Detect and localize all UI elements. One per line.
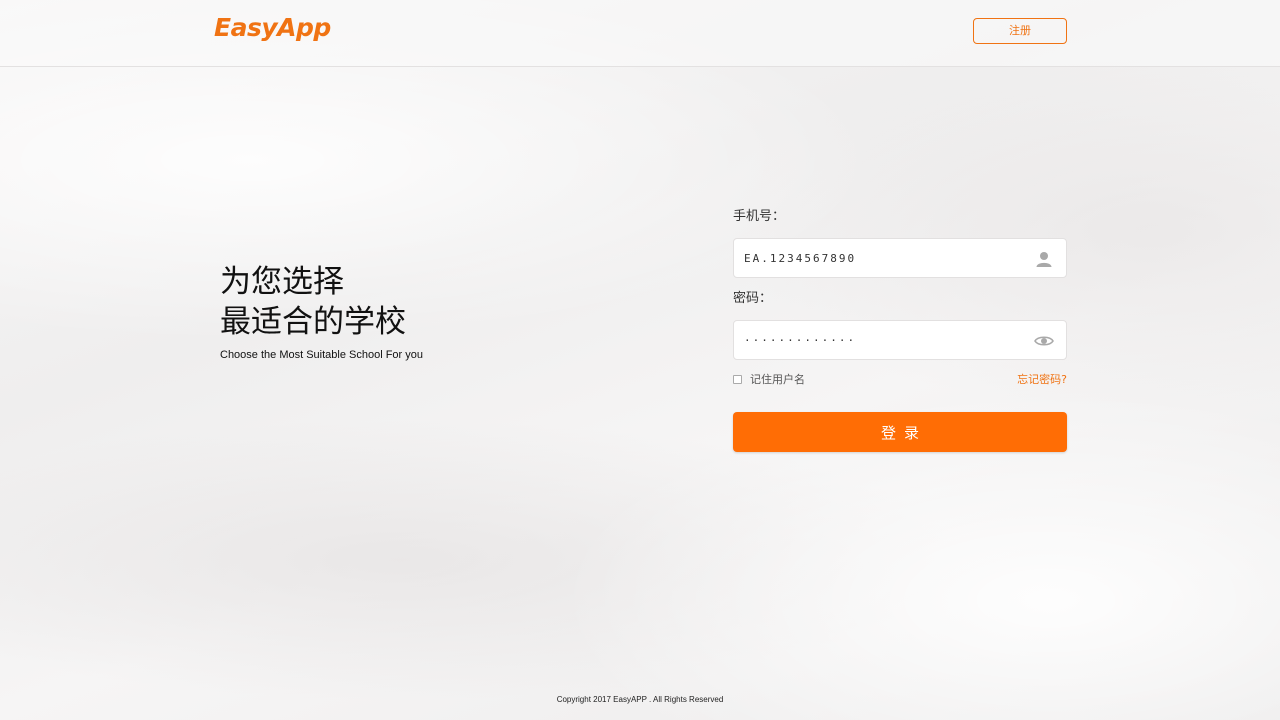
password-field[interactable] (733, 320, 1067, 360)
remember-label: 记住用户名 (750, 373, 805, 386)
phone-field[interactable] (733, 238, 1067, 278)
password-label: 密码： (733, 291, 773, 306)
forgot-password-link[interactable]: 忘记密码? (1017, 371, 1067, 387)
register-button[interactable]: 注册 (973, 18, 1067, 44)
form-options: 记住用户名 忘记密码? (733, 370, 1067, 388)
slogan-subtitle: Choose the Most Suitable School For you (220, 349, 424, 361)
slogan: 为您选择 最适合的学校 Choose the Most Suitable Sch… (220, 262, 423, 361)
logo[interactable]: EasyApp (214, 13, 331, 42)
login-button[interactable]: 登录 (733, 412, 1067, 452)
eye-icon[interactable] (1034, 331, 1054, 351)
remember-checkbox[interactable] (733, 374, 742, 384)
slogan-line-2: 最适合的学校 (220, 304, 406, 340)
phone-label: 手机号： (733, 209, 786, 224)
phone-input[interactable] (734, 239, 1024, 277)
copyright-footer: Copyright 2017 EasyAPP . All Rights Rese… (556, 695, 724, 704)
password-input[interactable] (734, 321, 1024, 359)
user-icon (1034, 249, 1054, 269)
login-form: 手机号： 密码： 记住用户名 忘记密码? 登录 (733, 207, 1067, 452)
slogan-line-1: 为您选择 (220, 264, 344, 300)
remember-username[interactable]: 记住用户名 (733, 371, 805, 387)
top-header: EasyApp 注册 (0, 0, 1280, 67)
